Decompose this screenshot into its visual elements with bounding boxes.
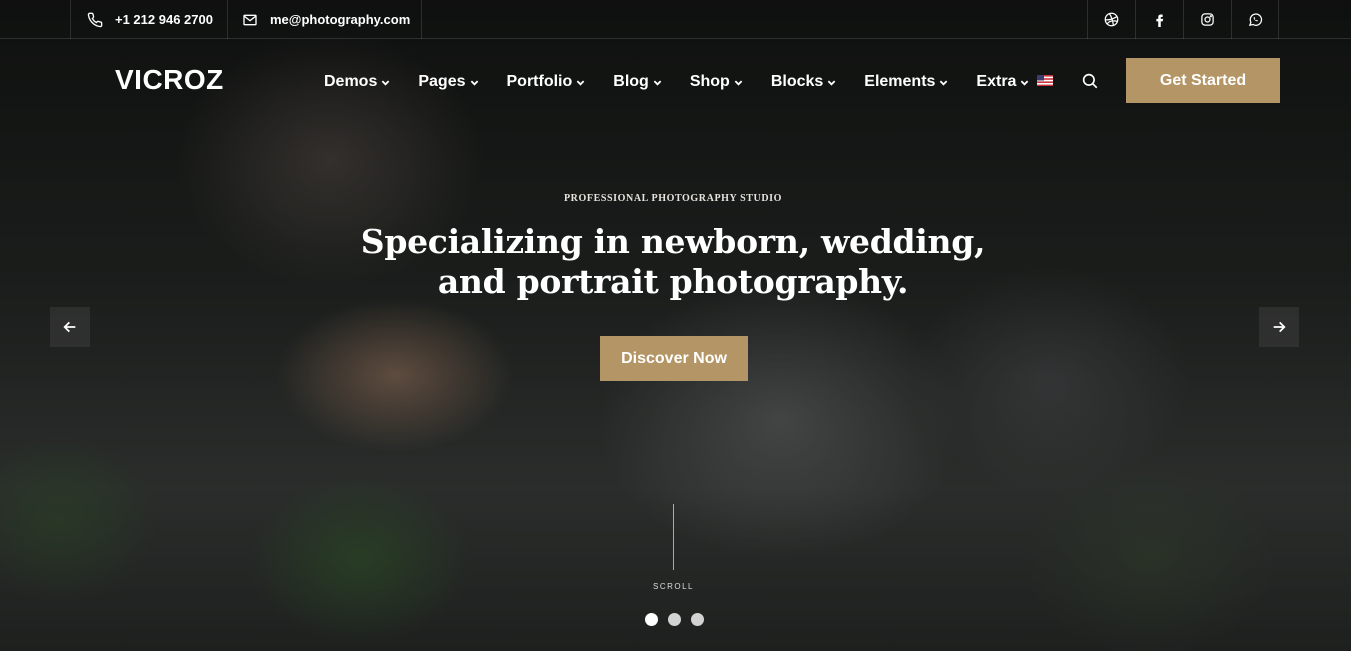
scroll-indicator-line <box>673 504 674 570</box>
facebook-icon <box>1156 14 1164 27</box>
chevron-down-icon <box>734 80 743 86</box>
phone-number: +1 212 946 2700 <box>115 12 213 27</box>
slider-dot-2[interactable] <box>668 613 681 626</box>
whatsapp-link[interactable] <box>1231 0 1279 39</box>
whatsapp-icon <box>1248 13 1262 26</box>
slider-next-button[interactable] <box>1259 307 1299 347</box>
nav-item-shop[interactable]: Shop <box>690 73 743 91</box>
dribbble-icon <box>1104 12 1119 27</box>
chevron-down-icon <box>1021 80 1029 86</box>
instagram-link[interactable] <box>1183 0 1231 39</box>
nav-label: Demos <box>324 73 378 90</box>
discover-now-button[interactable]: Discover Now <box>600 336 748 381</box>
arrow-left-icon <box>63 321 76 333</box>
chevron-down-icon <box>827 80 836 86</box>
main-navigation: Demos Pages Portfolio Blog Shop Blocks E… <box>324 70 1057 94</box>
arrow-right-icon <box>1273 321 1286 333</box>
nav-item-demos[interactable]: Demos <box>324 73 390 91</box>
chevron-down-icon <box>940 80 948 86</box>
phone-contact[interactable]: +1 212 946 2700 <box>70 0 228 39</box>
slider-pagination <box>645 613 704 626</box>
nav-label: Elements <box>864 73 936 90</box>
nav-label: Portfolio <box>506 73 573 90</box>
scroll-label[interactable]: SCROLL <box>640 582 707 591</box>
mail-icon <box>243 14 257 25</box>
social-links <box>1087 0 1279 39</box>
slider-prev-button[interactable] <box>50 307 90 347</box>
nav-item-portfolio[interactable]: Portfolio <box>507 73 586 91</box>
top-bar: +1 212 946 2700 me@photography.com <box>0 0 1351 39</box>
get-started-button[interactable]: Get Started <box>1126 58 1280 103</box>
email-contact[interactable]: me@photography.com <box>228 0 422 39</box>
nav-item-extra[interactable]: Extra <box>976 73 1029 91</box>
nav-item-blocks[interactable]: Blocks <box>771 73 836 91</box>
hero-headline: Specializing in newborn, wedding, and po… <box>0 222 1346 302</box>
nav-label: Pages <box>418 73 466 90</box>
nav-label: Extra <box>976 73 1017 90</box>
nav-item-pages[interactable]: Pages <box>418 73 478 91</box>
dribbble-link[interactable] <box>1087 0 1135 39</box>
phone-icon <box>87 12 103 27</box>
chevron-down-icon <box>382 80 390 86</box>
us-flag-icon[interactable] <box>1037 75 1053 86</box>
nav-label: Blocks <box>770 73 824 90</box>
hero-kicker: PROFESSIONAL PHOTOGRAPHY STUDIO <box>563 193 783 204</box>
headline-line-2: and portrait photography. <box>437 262 909 301</box>
nav-label: Shop <box>689 73 730 90</box>
chevron-down-icon <box>576 80 585 86</box>
headline-line-1: Specializing in newborn, wedding, <box>360 222 986 261</box>
chevron-down-icon <box>653 80 662 86</box>
site-logo[interactable]: VICROZ <box>115 64 224 96</box>
nav-item-blog[interactable]: Blog <box>613 73 662 91</box>
slider-dot-3[interactable] <box>691 613 704 626</box>
chevron-down-icon <box>470 80 478 86</box>
nav-label: Blog <box>613 73 649 90</box>
facebook-link[interactable] <box>1135 0 1183 39</box>
email-address: me@photography.com <box>270 12 411 27</box>
slider-dot-1[interactable] <box>645 613 658 626</box>
nav-item-elements[interactable]: Elements <box>864 73 948 91</box>
search-icon[interactable] <box>1081 72 1099 90</box>
instagram-icon <box>1201 13 1214 26</box>
